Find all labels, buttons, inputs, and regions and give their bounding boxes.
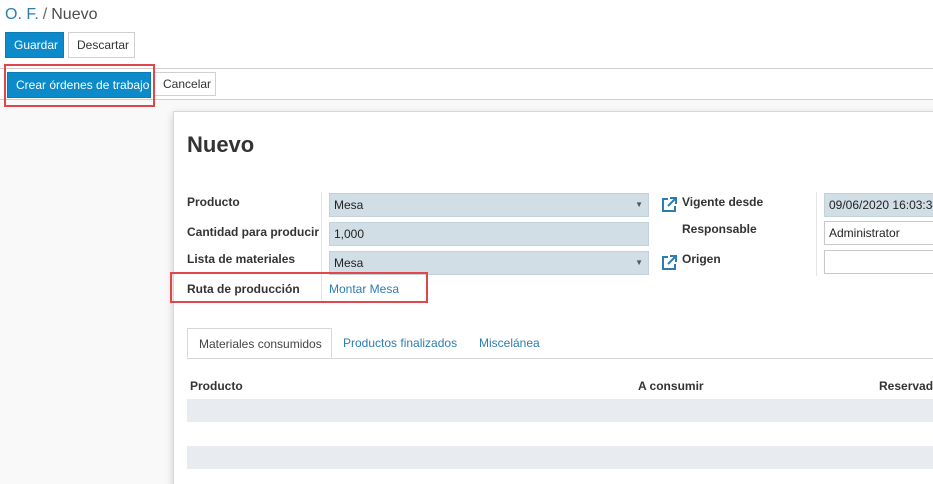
date-label: Vigente desde [682,195,764,209]
bom-select-value: Mesa [334,256,364,270]
control-panel: O. F. / Nuevo Guardar Descartar [0,0,933,69]
responsible-select[interactable]: Administrator [824,221,933,245]
product-select-value: Mesa [334,198,364,212]
field-divider-right [816,192,817,276]
form-title: Nuevo [187,132,255,157]
highlight-routing [170,272,428,303]
breadcrumb: O. F. / Nuevo [5,6,97,24]
product-select[interactable]: Mesa ▼ [329,193,649,217]
date-input[interactable]: 09/06/2020 16:03:34 [824,193,933,217]
save-button[interactable]: Guardar [5,32,64,58]
highlight-create-work-orders [4,64,155,107]
external-link-icon[interactable] [660,254,678,272]
breadcrumb-parent-link[interactable]: O. F. [5,6,39,23]
tab-productos-finalizados[interactable]: Productos finalizados [332,328,468,358]
column-header-reserved[interactable]: Reservado [879,379,933,393]
table-row [187,446,933,469]
external-link-icon[interactable] [660,196,678,214]
qty-input[interactable]: 1,000 [329,222,649,246]
column-header-to-consume[interactable]: A consumir [638,379,704,393]
tab-miscelanea[interactable]: Miscelánea [468,328,551,358]
qty-label: Cantidad para producir [187,225,320,239]
breadcrumb-current: Nuevo [51,6,98,23]
chevron-down-icon: ▼ [635,200,643,209]
origin-label: Origen [682,252,721,266]
product-label: Producto [187,195,240,209]
tab-materiales-consumidos[interactable]: Materiales consumidos [187,328,332,358]
origin-input[interactable] [824,250,933,274]
responsible-label: Responsable [682,222,757,236]
column-header-product[interactable]: Producto [190,379,243,393]
table-row [187,399,933,422]
cancel-button[interactable]: Cancelar [154,72,216,96]
chevron-down-icon: ▼ [635,258,643,267]
breadcrumb-separator: / [42,6,48,23]
bom-label: Lista de materiales [187,252,296,266]
discard-button[interactable]: Descartar [68,32,135,58]
